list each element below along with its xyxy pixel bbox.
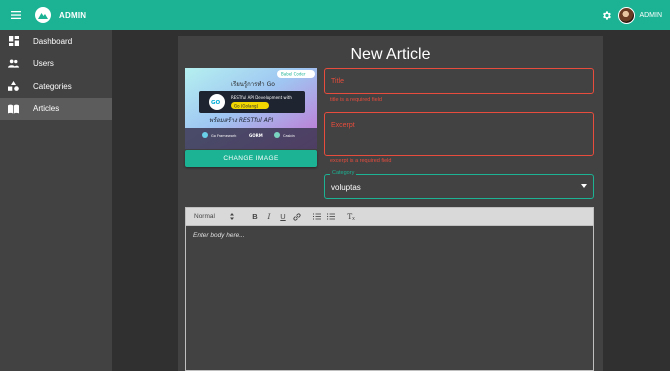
dashboard-icon (8, 36, 19, 47)
underline-button[interactable]: U (276, 210, 290, 224)
user-avatar[interactable] (618, 6, 636, 24)
mountain-icon (38, 13, 48, 19)
banner-badge: Babel Coder (281, 72, 306, 77)
sidebar-item-label: Users (33, 59, 54, 69)
category-select[interactable]: Category voluptas (324, 170, 594, 199)
sidebar-item-categories[interactable]: Categories (0, 75, 112, 98)
banner-subheading: พร้อมสร้าง RESTful API (209, 116, 273, 124)
link-button[interactable] (290, 210, 304, 224)
format-select[interactable]: Normal (194, 213, 238, 220)
ordered-list-button[interactable] (310, 210, 324, 224)
bullet-list-button[interactable] (324, 210, 338, 224)
sidebar-item-label: Categories (33, 81, 72, 91)
user-name[interactable]: ADMIN (639, 12, 662, 19)
gear-icon (602, 10, 611, 20)
settings-button[interactable] (599, 8, 613, 22)
sidebar-item-label: Dashboard (33, 36, 73, 46)
italic-button[interactable]: I (262, 210, 276, 224)
article-image: Babel Coder เรียนรู้การทำ Go GO RESTful … (185, 68, 317, 149)
link-icon (293, 212, 301, 221)
main-content: New Article Babel Coder เรียนรู้การทำ Go (112, 30, 670, 371)
title-input[interactable]: Title (324, 68, 594, 94)
article-form-card: New Article Babel Coder เรียนรู้การทำ Go (178, 36, 603, 371)
banner-tech1: Go Framework (211, 134, 237, 138)
excerpt-input[interactable]: Excerpt (324, 112, 594, 156)
excerpt-label: Excerpt (331, 122, 355, 129)
sidebar-item-dashboard[interactable]: Dashboard (0, 30, 112, 53)
category-label: Category (330, 170, 357, 176)
svg-text:GO: GO (211, 100, 221, 106)
change-image-button[interactable]: CHANGE IMAGE (185, 150, 317, 167)
banner-course-line1: RESTful API Development with (231, 95, 292, 100)
title-error: title is a required field (330, 97, 382, 103)
category-value: voluptas (331, 183, 361, 192)
categories-icon (8, 81, 19, 92)
format-value: Normal (194, 213, 215, 220)
app-logo (35, 7, 51, 23)
users-icon (8, 58, 19, 69)
bullet-list-icon (327, 213, 335, 220)
editor-toolbar: Normal B I U Tx (185, 207, 594, 226)
app-title: ADMIN (59, 10, 87, 20)
sidebar: Dashboard Users Categories Articles (0, 30, 112, 371)
up-down-arrows-icon (230, 213, 234, 220)
banner-heading: เรียนรู้การทำ Go (231, 80, 275, 88)
excerpt-error: excerpt is a required field (330, 158, 392, 164)
body-editor[interactable]: Enter body here... (185, 226, 594, 371)
articles-icon (8, 103, 19, 114)
title-label: Title (331, 78, 344, 85)
editor-placeholder: Enter body here... (193, 232, 245, 239)
banner-tech2: GORM (249, 133, 263, 138)
sidebar-item-articles[interactable]: Articles (0, 97, 112, 120)
hamburger-menu-button[interactable] (0, 0, 32, 30)
sidebar-item-label: Articles (33, 104, 60, 114)
app-bar: ADMIN ADMIN (0, 0, 670, 30)
bold-button[interactable]: B (248, 210, 262, 224)
banner-tech3: Casbin (283, 134, 295, 138)
dropdown-arrow-icon (581, 184, 587, 188)
clear-format-button[interactable]: Tx (344, 210, 358, 224)
page-title: New Article (350, 46, 431, 63)
ordered-list-icon (313, 213, 321, 220)
banner-course-line2: Go (Golang) (234, 104, 259, 109)
hamburger-icon (11, 11, 21, 19)
sidebar-item-users[interactable]: Users (0, 53, 112, 76)
